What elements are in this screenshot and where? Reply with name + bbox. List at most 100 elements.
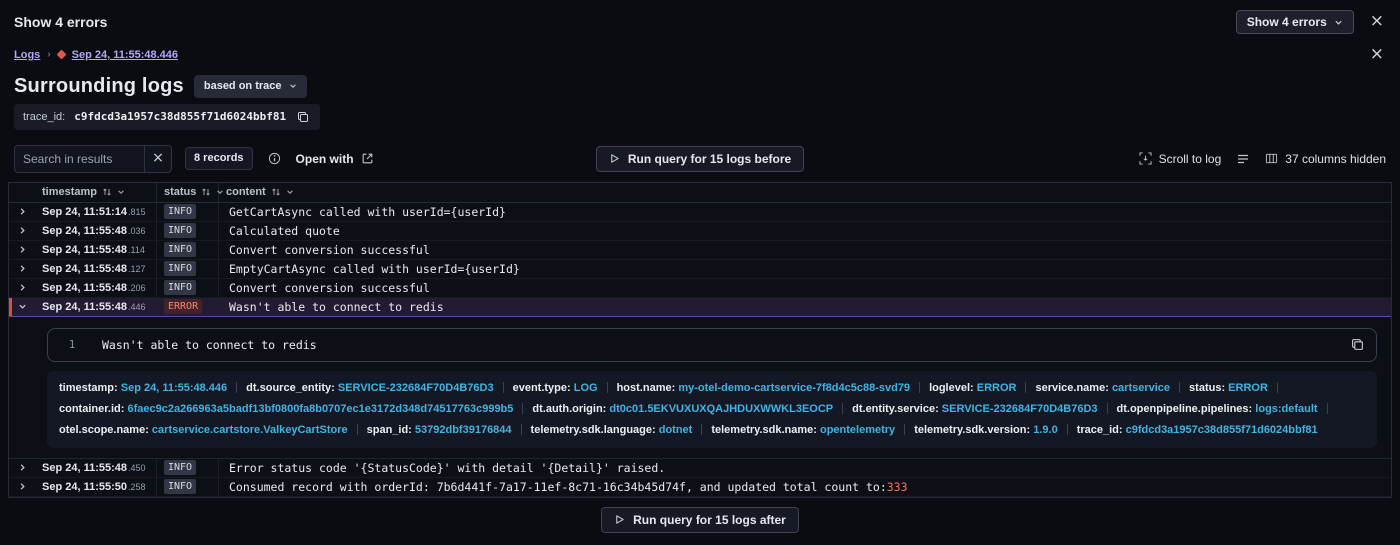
attribute-pair[interactable]: host.name: my-otel-demo-cartservice-7f8d… xyxy=(617,378,910,399)
chevron-right-icon[interactable] xyxy=(9,279,35,297)
attribute-pair[interactable]: span_id: 53792dbf39176844 xyxy=(367,420,512,441)
attribute-divider xyxy=(701,424,703,436)
based-on-trace-label: based on trace xyxy=(203,79,282,92)
attribute-divider xyxy=(1326,403,1328,415)
sort-icon xyxy=(102,187,112,197)
page-title: Surrounding logs xyxy=(14,74,184,97)
breadcrumb-logs-link[interactable]: Logs xyxy=(14,49,40,61)
attribute-pair[interactable]: dt.openpipeline.pipelines: logs:default xyxy=(1117,399,1318,420)
chevron-right-icon[interactable] xyxy=(9,222,35,240)
log-table: timestamp status content Sep 24, 11:51:1… xyxy=(8,181,1392,498)
content-cell: EmptyCartAsync called with userId={userI… xyxy=(219,260,1391,278)
log-row[interactable]: Sep 24, 11:55:48.450 INFO Error status cod… xyxy=(9,458,1391,478)
timestamp-cell: Sep 24, 11:55:48.127 xyxy=(35,259,157,278)
log-message-text: Wasn't able to connect to redis xyxy=(102,337,317,352)
copy-icon xyxy=(297,111,309,123)
attribute-pair[interactable]: otel.scope.name: cartservice.cartstore.V… xyxy=(59,420,348,441)
content-cell: Calculated quote xyxy=(219,222,1391,240)
play-icon xyxy=(614,514,625,525)
content-cell: Convert conversion successful xyxy=(219,279,1391,297)
column-header-content[interactable]: content xyxy=(219,183,1391,202)
content-cell: GetCartAsync called with userId={userId} xyxy=(219,203,1391,221)
attribute-pair[interactable]: trace_id: c9fdcd3a1957c38d855f71d6024bbf… xyxy=(1077,420,1318,441)
attribute-pair[interactable]: container.id: 6faec9c2a266963a5badf13bf0… xyxy=(59,399,513,420)
search-input[interactable] xyxy=(15,145,144,172)
records-info-button[interactable] xyxy=(266,150,283,167)
attribute-key: dt.entity.service: xyxy=(852,402,939,415)
run-query-after-button[interactable]: Run query for 15 logs after xyxy=(601,506,799,533)
attribute-divider xyxy=(842,403,844,415)
log-message-box: 1 Wasn't able to connect to redis xyxy=(47,327,1377,362)
expanded-log-detail: 1 Wasn't able to connect to redis timest… xyxy=(9,317,1391,459)
status-cell: ERROR xyxy=(157,297,219,316)
breadcrumb-current-link[interactable]: Sep 24, 11:55:48.446 xyxy=(72,49,178,61)
status-cell: INFO xyxy=(157,458,219,477)
attribute-pair[interactable]: service.name: cartservice xyxy=(1035,378,1170,399)
log-row[interactable]: Sep 24, 11:51:14.815 INFO GetCartAsync cal… xyxy=(9,202,1391,222)
attribute-pair[interactable]: dt.auth.origin: dt0c01.5EKVUXUXQAJHDUXWW… xyxy=(532,399,833,420)
chevron-right-icon[interactable] xyxy=(9,203,35,221)
column-header-status[interactable]: status xyxy=(157,182,224,202)
log-row[interactable]: Sep 24, 11:55:48.036 INFO Calculated quote xyxy=(9,221,1391,241)
info-icon xyxy=(268,152,281,165)
content-cell: Consumed record with orderId: 7b6d441f-7… xyxy=(219,478,1391,496)
close-view-button[interactable]: × xyxy=(1368,46,1386,64)
chevron-right-icon[interactable] xyxy=(9,241,35,259)
status-cell: INFO xyxy=(157,259,219,278)
search-clear-button[interactable]: × xyxy=(144,145,171,172)
column-header-timestamp[interactable]: timestamp xyxy=(35,182,157,202)
log-row[interactable]: Sep 24, 11:55:50.258 INFO Consumed record … xyxy=(9,477,1391,497)
chevron-down-icon[interactable] xyxy=(9,298,35,316)
copy-trace-id-button[interactable] xyxy=(295,109,311,125)
status-cell: INFO xyxy=(157,477,219,496)
chevron-down-icon xyxy=(289,82,297,90)
log-row[interactable]: Sep 24, 11:55:48.114 INFO Convert conversi… xyxy=(9,240,1391,260)
attribute-key: otel.scope.name: xyxy=(59,423,149,436)
run-query-before-button[interactable]: Run query for 15 logs before xyxy=(595,145,805,172)
scroll-to-log-button[interactable]: Scroll to log xyxy=(1139,152,1221,166)
attribute-divider xyxy=(606,382,608,394)
attribute-pair[interactable]: dt.source_entity: SERVICE-232684F70D4B76… xyxy=(246,378,493,399)
status-cell: INFO xyxy=(157,278,219,297)
attribute-pair[interactable]: status: ERROR xyxy=(1189,378,1268,399)
content-segment: Convert conversion successful xyxy=(229,280,430,295)
chevron-right-icon[interactable] xyxy=(9,459,35,477)
attribute-value: LOG xyxy=(573,381,598,394)
close-icon: × xyxy=(152,150,164,166)
attribute-pair[interactable]: telemetry.sdk.version: 1.9.0 xyxy=(914,420,1058,441)
attribute-pair[interactable]: dt.entity.service: SERVICE-232684F70D4B7… xyxy=(852,399,1097,420)
attribute-key: event.type: xyxy=(512,381,571,394)
attribute-pair[interactable]: timestamp: Sep 24, 11:55:48.446 xyxy=(59,378,227,399)
log-row-expanded[interactable]: Sep 24, 11:55:48.446 ERROR Wasn't able to … xyxy=(9,297,1391,317)
attribute-pair[interactable]: telemetry.sdk.language: dotnet xyxy=(531,420,693,441)
attribute-key: dt.openpipeline.pipelines: xyxy=(1116,402,1253,415)
attribute-pair[interactable]: loglevel: ERROR xyxy=(929,378,1016,399)
log-row[interactable]: Sep 24, 11:55:48.127 INFO EmptyCartAsync c… xyxy=(9,259,1391,279)
toolbar-right: Scroll to log 37 columns hidden xyxy=(816,150,1386,168)
play-icon xyxy=(609,153,620,164)
attribute-value: my-otel-demo-cartservice-7f8d4c5c88-svd7… xyxy=(678,381,911,394)
attribute-divider xyxy=(904,424,906,436)
open-with-button[interactable]: Open with xyxy=(296,152,374,166)
chevron-right-icon[interactable] xyxy=(9,260,35,278)
log-row[interactable]: Sep 24, 11:55:48.206 INFO Convert conversi… xyxy=(9,278,1391,298)
attribute-pair[interactable]: event.type: LOG xyxy=(513,378,598,399)
attribute-pair[interactable]: telemetry.sdk.name: opentelemetry xyxy=(711,420,895,441)
row-density-button[interactable] xyxy=(1234,150,1252,168)
sort-icon xyxy=(201,187,211,197)
content-cell: Wasn't able to connect to redis xyxy=(219,298,1391,316)
log-attributes-panel: timestamp: Sep 24, 11:55:48.446 dt.source… xyxy=(47,370,1377,448)
columns-hidden-button[interactable]: 37 columns hidden xyxy=(1265,152,1386,166)
attribute-key: dt.source_entity: xyxy=(246,381,335,394)
close-panel-button[interactable]: × xyxy=(1368,13,1386,31)
topbar: Show 4 errors Show 4 errors × xyxy=(0,0,1400,38)
row-density-icon xyxy=(1236,152,1250,166)
chevron-right-icon[interactable] xyxy=(9,478,35,496)
copy-message-button[interactable] xyxy=(1349,336,1366,353)
show-errors-dropdown[interactable]: Show 4 errors xyxy=(1235,10,1354,34)
attribute-key: container.id: xyxy=(59,402,125,415)
based-on-trace-dropdown[interactable]: based on trace xyxy=(193,74,307,98)
chevron-down-icon xyxy=(117,188,125,196)
attribute-value: Sep 24, 11:55:48.446 xyxy=(120,381,228,394)
attribute-value: c9fdcd3a1957c38d855f71d6024bbf81 xyxy=(1125,423,1318,436)
